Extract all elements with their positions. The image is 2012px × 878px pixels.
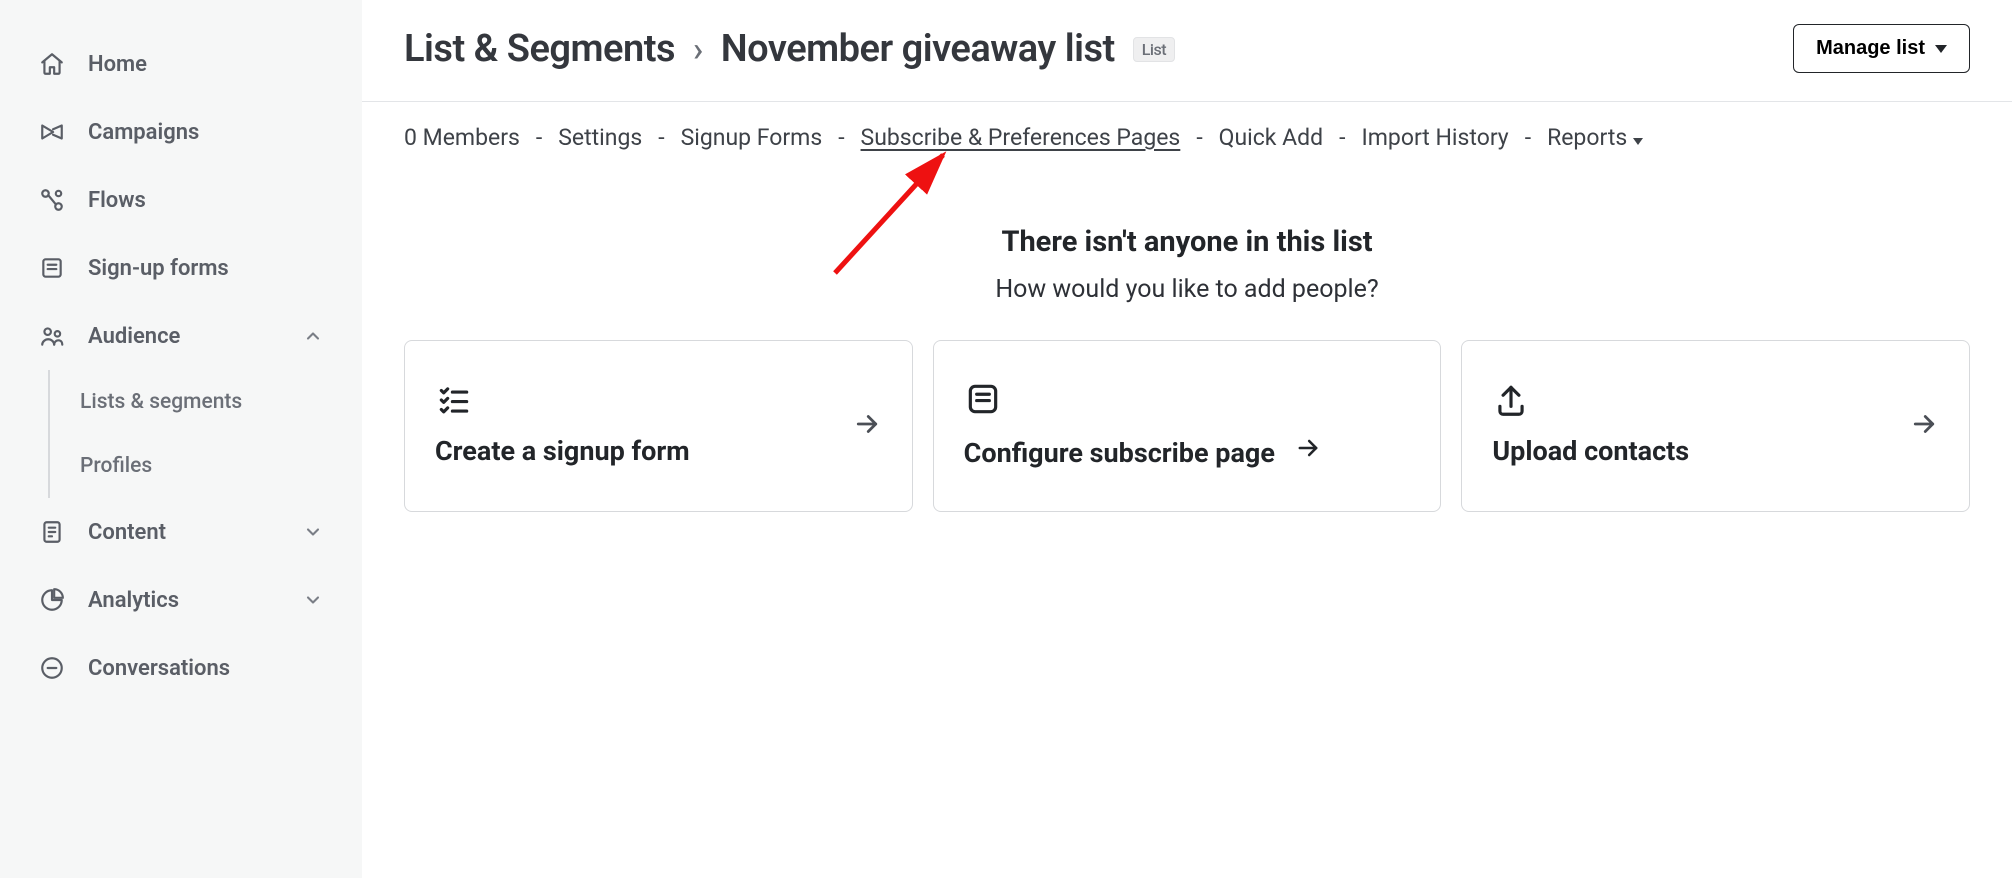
sidebar-item-home[interactable]: Home bbox=[0, 30, 361, 98]
chevron-up-icon bbox=[303, 326, 323, 346]
card-title: Configure subscribe page bbox=[964, 434, 1322, 469]
sidebar-item-label: Sign-up forms bbox=[88, 256, 323, 281]
sidebar-item-analytics[interactable]: Analytics bbox=[0, 566, 361, 634]
arrow-right-icon bbox=[1909, 409, 1939, 439]
breadcrumb-separator: › bbox=[693, 30, 703, 70]
chevron-down-icon bbox=[303, 590, 323, 610]
sidebar-item-label: Conversations bbox=[88, 656, 323, 681]
tab-import-history[interactable]: Import History bbox=[1361, 124, 1508, 151]
tab-members[interactable]: 0 Members bbox=[404, 124, 520, 151]
caret-down-icon bbox=[1935, 45, 1947, 53]
breadcrumb: List & Segments › November giveaway list… bbox=[404, 27, 1175, 71]
content-icon bbox=[38, 518, 66, 546]
card-create-signup-form[interactable]: Create a signup form bbox=[404, 340, 913, 512]
sidebar-item-signup-forms[interactable]: Sign-up forms bbox=[0, 234, 361, 302]
main-content: List & Segments › November giveaway list… bbox=[362, 0, 2012, 878]
arrow-right-icon bbox=[1294, 434, 1322, 462]
sidebar-item-label: Audience bbox=[88, 324, 281, 349]
sidebar-item-conversations[interactable]: Conversations bbox=[0, 634, 361, 702]
checklist-icon bbox=[435, 381, 473, 419]
action-cards: Create a signup form Configure subscribe… bbox=[404, 340, 1970, 512]
home-icon bbox=[38, 50, 66, 78]
empty-state-title: There isn't anyone in this list bbox=[404, 225, 1970, 259]
card-configure-subscribe-page[interactable]: Configure subscribe page bbox=[933, 340, 1442, 512]
breadcrumb-parent[interactable]: List & Segments bbox=[404, 27, 675, 71]
tab-signup-forms[interactable]: Signup Forms bbox=[681, 124, 823, 151]
form-icon bbox=[38, 254, 66, 282]
sidebar-subitem-profiles[interactable]: Profiles bbox=[80, 434, 361, 498]
chevron-down-icon bbox=[303, 522, 323, 542]
sidebar-item-label: Content bbox=[88, 520, 281, 545]
sidebar-item-label: Flows bbox=[88, 188, 323, 213]
audience-icon bbox=[38, 322, 66, 350]
analytics-icon bbox=[38, 586, 66, 614]
sidebar-subitems-audience: Lists & segments Profiles bbox=[48, 370, 361, 498]
list-type-badge: List bbox=[1133, 37, 1175, 62]
manage-list-button[interactable]: Manage list bbox=[1793, 24, 1970, 73]
breadcrumb-current: November giveaway list bbox=[721, 27, 1115, 71]
tab-reports[interactable]: Reports bbox=[1547, 124, 1643, 151]
annotation-arrow-icon bbox=[825, 143, 965, 283]
page-icon bbox=[964, 380, 1002, 418]
card-upload-contacts[interactable]: Upload contacts bbox=[1461, 340, 1970, 512]
card-title: Upload contacts bbox=[1492, 435, 1689, 467]
sidebar-item-campaigns[interactable]: Campaigns bbox=[0, 98, 361, 166]
upload-icon bbox=[1492, 381, 1530, 419]
caret-down-icon bbox=[1633, 138, 1643, 145]
conversations-icon bbox=[38, 654, 66, 682]
flows-icon bbox=[38, 186, 66, 214]
sidebar-item-content[interactable]: Content bbox=[0, 498, 361, 566]
sidebar-item-label: Analytics bbox=[88, 588, 281, 613]
tab-settings[interactable]: Settings bbox=[558, 124, 642, 151]
sidebar-item-label: Home bbox=[88, 52, 323, 77]
card-title: Create a signup form bbox=[435, 435, 690, 467]
page-header: List & Segments › November giveaway list… bbox=[362, 0, 2012, 102]
content-area: There isn't anyone in this list How woul… bbox=[362, 161, 2012, 552]
manage-list-label: Manage list bbox=[1816, 37, 1925, 60]
tab-subscribe-preferences[interactable]: Subscribe & Preferences Pages bbox=[861, 124, 1181, 151]
sidebar-item-audience[interactable]: Audience bbox=[0, 302, 361, 370]
list-tabs: 0 Members - Settings - Signup Forms - Su… bbox=[362, 102, 2012, 161]
sidebar-item-flows[interactable]: Flows bbox=[0, 166, 361, 234]
empty-state-subtitle: How would you like to add people? bbox=[404, 275, 1970, 304]
arrow-right-icon bbox=[852, 409, 882, 439]
sidebar-subitem-lists-segments[interactable]: Lists & segments bbox=[80, 370, 361, 434]
tab-quick-add[interactable]: Quick Add bbox=[1219, 124, 1323, 151]
sidebar: Home Campaigns Flows Sign-up forms Audie bbox=[0, 0, 362, 878]
campaigns-icon bbox=[38, 118, 66, 146]
sidebar-item-label: Campaigns bbox=[88, 120, 323, 145]
